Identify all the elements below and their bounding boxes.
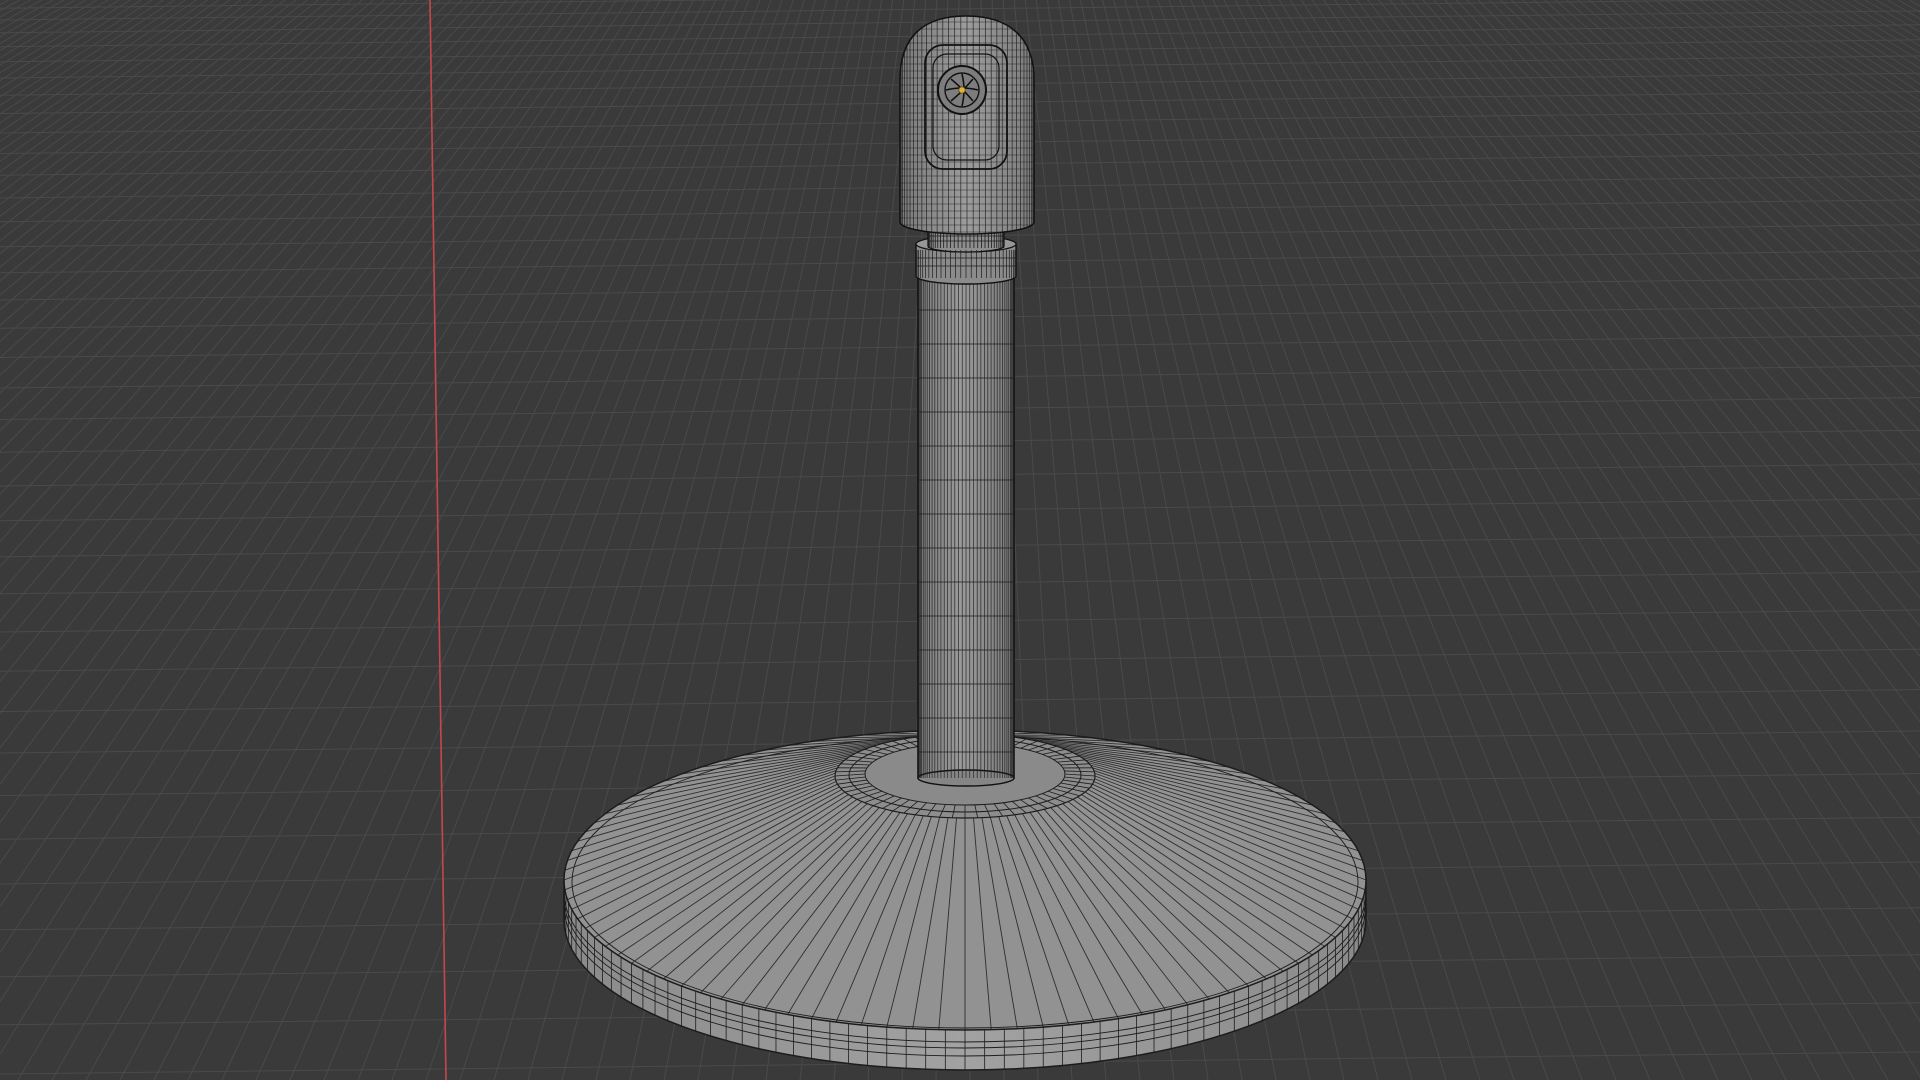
microphone-grille-emblem	[937, 65, 987, 115]
microphone-head[interactable]	[895, 0, 1040, 240]
microphone-head-wireframe	[900, 16, 1034, 234]
3d-viewport[interactable]	[0, 0, 1920, 1080]
x-axis-line	[429, 0, 447, 1080]
selected-vertex-dot	[958, 86, 966, 94]
viewport-canvas[interactable]	[0, 0, 1920, 1080]
stem-tube[interactable]	[917, 267, 1015, 787]
stem-wireframe	[917, 268, 1015, 778]
